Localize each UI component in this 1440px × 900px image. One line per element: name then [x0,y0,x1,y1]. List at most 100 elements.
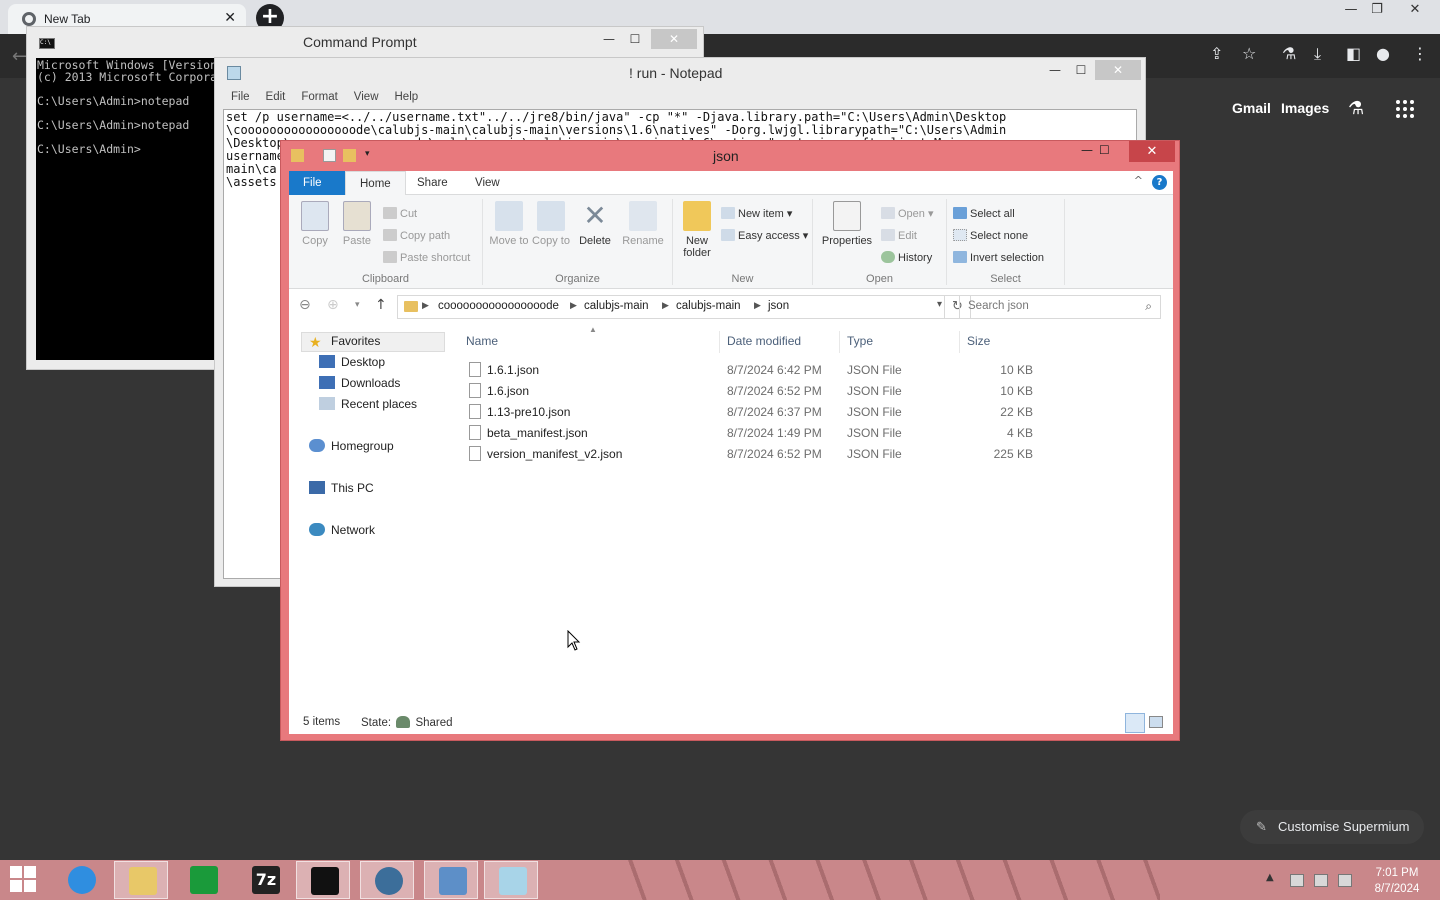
file-row[interactable]: version_manifest_v2.json 8/7/2024 6:52 P… [459,443,1173,464]
explorer-close-icon[interactable]: ✕ [1129,141,1175,162]
taskbar-internet-explorer[interactable] [54,861,108,899]
close-tab-icon[interactable]: ✕ [224,10,236,26]
history-button[interactable]: History [881,251,932,264]
column-divider[interactable] [959,331,960,353]
taskbar-notepad[interactable] [484,861,538,899]
tab-view[interactable]: View [461,171,514,195]
column-divider[interactable] [719,331,720,353]
taskbar-7zip[interactable]: 7z [238,861,292,899]
menu-file[interactable]: File [223,91,258,109]
select-none-button[interactable]: Select none [953,229,1028,242]
new-folder-quick-icon[interactable] [343,149,356,162]
tab-share[interactable]: Share [403,171,462,195]
address-bar[interactable]: ▶ coooooooooooooooode ▶ calubjs-main ▶ c… [397,295,945,319]
nav-desktop[interactable]: Desktop [319,355,385,369]
nav-recent-places[interactable]: Recent places [319,397,417,411]
nav-network[interactable]: Network [309,523,375,537]
properties-quick-icon[interactable] [323,149,336,162]
edit-button[interactable]: Edit [881,229,917,242]
column-type[interactable]: Type [847,334,873,348]
copy-to-button[interactable]: Copy to [531,201,571,247]
customize-quick-access-icon[interactable]: ▾ [365,149,378,162]
column-date-modified[interactable]: Date modified [727,334,801,348]
column-divider[interactable] [839,331,840,353]
paste-shortcut-button[interactable]: Paste shortcut [383,251,470,264]
show-hidden-icons[interactable]: ▲ [1266,872,1274,883]
taskbar-store[interactable] [176,861,230,899]
new-item-button[interactable]: New item ▾ [721,207,792,220]
delete-button[interactable]: ✕ Delete [573,201,617,248]
move-to-button[interactable]: Move to [489,201,529,247]
browser-minimize-icon[interactable]: — [1338,2,1364,20]
forward-button[interactable]: ⊕ [327,297,339,313]
large-icons-view-button[interactable] [1149,716,1163,728]
file-row[interactable]: 1.6.1.json 8/7/2024 6:42 PM JSON File 10… [459,359,1173,380]
invert-selection-button[interactable]: Invert selection [953,251,1044,264]
breadcrumb-item[interactable]: json [768,300,789,312]
breadcrumb-separator[interactable]: ▶ [422,300,429,311]
details-view-button[interactable] [1125,713,1145,733]
start-button[interactable] [10,866,38,894]
address-dropdown-icon[interactable]: ▾ [937,299,942,310]
column-name[interactable]: Name [466,334,498,348]
tab-home[interactable]: Home [345,171,406,196]
breadcrumb-separator[interactable]: ▶ [662,300,669,311]
cmd-maximize-icon[interactable]: ☐ [625,29,645,49]
explorer-titlebar[interactable]: ▾ json — ☐ ✕ [281,141,1179,171]
taskbar-command-prompt[interactable] [296,861,350,899]
cmd-close-icon[interactable]: ✕ [651,29,697,49]
browser-close-icon[interactable]: ✕ [1402,2,1428,20]
notepad-minimize-icon[interactable]: — [1045,60,1065,80]
copy-path-button[interactable]: Copy path [383,229,450,242]
collapse-ribbon-icon[interactable]: ^ [1134,174,1143,187]
explorer-maximize-icon[interactable]: ☐ [1099,143,1110,157]
explorer-minimize-icon[interactable]: — [1081,143,1093,157]
select-all-button[interactable]: Select all [953,207,1015,220]
nav-this-pc[interactable]: This PC [309,481,374,495]
gmail-link[interactable]: Gmail [1232,100,1271,116]
network-status-icon[interactable] [1314,874,1328,887]
column-size[interactable]: Size [967,334,990,348]
notepad-maximize-icon[interactable]: ☐ [1071,60,1091,80]
breadcrumb-item[interactable]: calubjs-main [676,300,741,312]
tab-file[interactable]: File [289,171,345,195]
breadcrumb-item[interactable]: coooooooooooooooode [438,300,559,312]
taskbar-file-explorer[interactable] [114,861,168,899]
cmd-console-output[interactable]: Microsoft Windows [Version (c) 2013 Micr… [36,58,214,360]
profile-avatar-icon[interactable]: ● [1376,44,1390,63]
new-folder-button[interactable]: New folder [679,201,715,259]
search-input[interactable]: Search json ⌕ [959,295,1161,319]
images-link[interactable]: Images [1281,100,1329,116]
labs-flask-icon[interactable]: ⚗ [1282,44,1296,63]
cut-button[interactable]: Cut [383,207,417,220]
easy-access-button[interactable]: Easy access ▾ [721,229,808,242]
google-apps-icon[interactable] [1396,100,1414,118]
share-icon[interactable]: ⇪ [1210,44,1223,63]
nav-homegroup[interactable]: Homegroup [309,439,394,453]
rename-button[interactable]: Rename [619,201,667,247]
nav-favorites[interactable]: ★ Favorites [309,334,380,350]
side-panel-icon[interactable]: ◧ [1346,44,1361,63]
back-arrow-icon[interactable]: ← [12,46,27,67]
file-row[interactable]: 1.6.json 8/7/2024 6:52 PM JSON File 10 K… [459,380,1173,401]
menu-view[interactable]: View [346,91,387,109]
cmd-titlebar[interactable]: C:\ Command Prompt — ☐ ✕ [27,27,703,57]
taskbar-photo-viewer[interactable] [424,861,478,899]
breadcrumb-separator[interactable]: ▶ [570,300,577,311]
help-icon[interactable]: ? [1152,175,1167,190]
back-button[interactable]: ⊖ [299,297,311,313]
download-icon[interactable]: ⤓ [1314,44,1321,64]
file-row[interactable]: beta_manifest.json 8/7/2024 1:49 PM JSON… [459,422,1173,443]
volume-muted-icon[interactable] [1338,874,1352,887]
open-button[interactable]: Open ▾ [881,207,934,220]
copy-button[interactable]: Copy [297,201,333,247]
notepad-close-icon[interactable]: ✕ [1095,60,1141,80]
cmd-minimize-icon[interactable]: — [599,29,619,49]
search-labs-icon[interactable]: ⚗ [1348,98,1364,119]
file-row[interactable]: 1.13-pre10.json 8/7/2024 6:37 PM JSON Fi… [459,401,1173,422]
bookmark-star-icon[interactable]: ☆ [1242,44,1256,63]
action-center-icon[interactable] [1290,874,1304,887]
breadcrumb-item[interactable]: calubjs-main [584,300,649,312]
customise-button[interactable]: ✎ Customise Supermium [1240,810,1424,844]
browser-restore-icon[interactable]: ❐ [1364,2,1390,20]
